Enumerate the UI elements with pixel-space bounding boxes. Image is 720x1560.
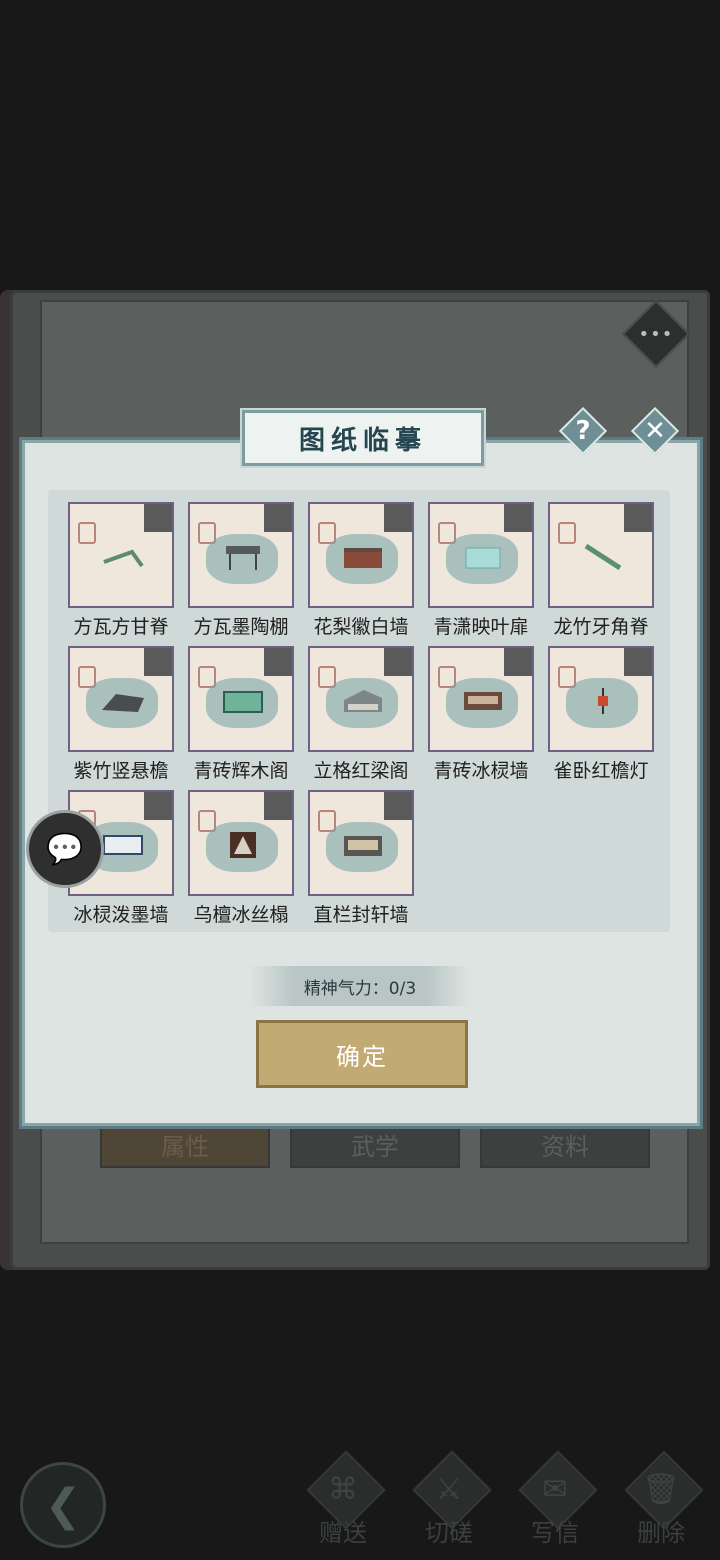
blueprint-card[interactable]: [188, 646, 294, 752]
back-arrow-icon: ❮: [44, 1479, 82, 1531]
item-label: 龙竹牙角脊: [553, 616, 649, 638]
blueprint-item[interactable]: 青砖辉木阁: [188, 646, 294, 783]
blueprint-card[interactable]: [308, 646, 414, 752]
blueprint-item[interactable]: 方瓦方甘脊: [68, 502, 174, 639]
write-letter-button[interactable]: ✉ 写信: [512, 1450, 598, 1548]
checkbox[interactable]: [144, 648, 172, 676]
chat-button[interactable]: 💬: [26, 810, 104, 888]
blueprint-card[interactable]: [68, 502, 174, 608]
checkbox[interactable]: [624, 504, 652, 532]
checkbox[interactable]: [144, 792, 172, 820]
close-button[interactable]: ✕: [630, 406, 680, 456]
checkbox[interactable]: [504, 504, 532, 532]
blueprint-item[interactable]: 方瓦墨陶棚: [188, 502, 294, 639]
blueprint-item[interactable]: 青砖冰棂墙: [428, 646, 534, 783]
write-letter-label: 写信: [531, 1519, 579, 1547]
back-button[interactable]: ❮: [20, 1462, 106, 1548]
item-label: 花梨徽白墙: [313, 616, 409, 638]
blueprint-item[interactable]: 雀卧红檐灯: [548, 646, 654, 783]
tab-attributes[interactable]: 属性: [100, 1120, 270, 1168]
blueprint-card[interactable]: [548, 646, 654, 752]
checkbox[interactable]: [264, 792, 292, 820]
checkbox[interactable]: [384, 792, 412, 820]
item-label: 青潇映叶扉: [433, 616, 529, 638]
delete-label: 删除: [637, 1519, 685, 1547]
blueprint-card[interactable]: [188, 790, 294, 896]
delete-button[interactable]: 🗑 删除: [618, 1450, 704, 1548]
item-label: 乌檀冰丝榻: [193, 904, 289, 926]
confirm-button[interactable]: 确定: [256, 1020, 468, 1088]
blueprint-card[interactable]: [68, 646, 174, 752]
blueprint-item[interactable]: 花梨徽白墙: [308, 502, 414, 639]
blueprint-card[interactable]: [308, 790, 414, 896]
bottom-actions: ⌘ 赠送 ⚔ 切磋 ✉ 写信 🗑 删除: [300, 1450, 704, 1548]
blueprint-item[interactable]: 直栏封轩墙: [308, 790, 414, 927]
gift-label: 赠送: [319, 1519, 367, 1547]
energy-counter: 精神气力：0/3: [250, 966, 470, 1006]
close-icon: ✕: [644, 416, 666, 446]
checkbox[interactable]: [504, 648, 532, 676]
checkbox[interactable]: [264, 504, 292, 532]
help-button[interactable]: ?: [558, 406, 608, 456]
checkbox[interactable]: [264, 648, 292, 676]
more-dots-icon: •••: [638, 323, 674, 345]
checkbox[interactable]: [384, 648, 412, 676]
item-label: 冰棂泼墨墙: [73, 904, 169, 926]
checkbox[interactable]: [144, 504, 172, 532]
trash-icon: 🗑: [641, 1472, 681, 1507]
dialog-title: 图纸临摹: [242, 410, 484, 466]
letter-icon: ✉: [542, 1472, 568, 1507]
chat-icon: 💬: [46, 831, 84, 867]
question-icon: ?: [575, 416, 591, 446]
spar-button[interactable]: ⚔ 切磋: [406, 1450, 492, 1548]
background-tabs: 属性 武学 资料: [100, 1120, 650, 1168]
checkbox[interactable]: [384, 504, 412, 532]
blueprint-card[interactable]: [428, 646, 534, 752]
sword-icon: ⚔: [435, 1472, 463, 1507]
blueprint-card[interactable]: [548, 502, 654, 608]
item-label: 青砖冰棂墙: [433, 760, 529, 782]
gift-scroll-icon: ⌘: [328, 1472, 358, 1507]
blueprint-item[interactable]: 青潇映叶扉: [428, 502, 534, 639]
blueprint-item[interactable]: 龙竹牙角脊: [548, 502, 654, 639]
item-label: 立格红梁阁: [313, 760, 409, 782]
blueprint-card[interactable]: [428, 502, 534, 608]
tab-martial-arts[interactable]: 武学: [290, 1120, 460, 1168]
tab-info[interactable]: 资料: [480, 1120, 650, 1168]
blueprint-card[interactable]: [188, 502, 294, 608]
item-label: 方瓦墨陶棚: [193, 616, 289, 638]
item-label: 雀卧红檐灯: [553, 760, 649, 782]
item-label: 紫竹竖悬檐: [73, 760, 169, 782]
checkbox[interactable]: [624, 648, 652, 676]
item-label: 方瓦方甘脊: [73, 616, 169, 638]
item-label: 青砖辉木阁: [193, 760, 289, 782]
blueprint-item[interactable]: 立格红梁阁: [308, 646, 414, 783]
spar-label: 切磋: [425, 1519, 473, 1547]
blueprint-card[interactable]: [308, 502, 414, 608]
item-label: 直栏封轩墙: [313, 904, 409, 926]
blueprint-item[interactable]: 乌檀冰丝榻: [188, 790, 294, 927]
blueprint-item[interactable]: 紫竹竖悬檐: [68, 646, 174, 783]
gift-button[interactable]: ⌘ 赠送: [300, 1450, 386, 1548]
